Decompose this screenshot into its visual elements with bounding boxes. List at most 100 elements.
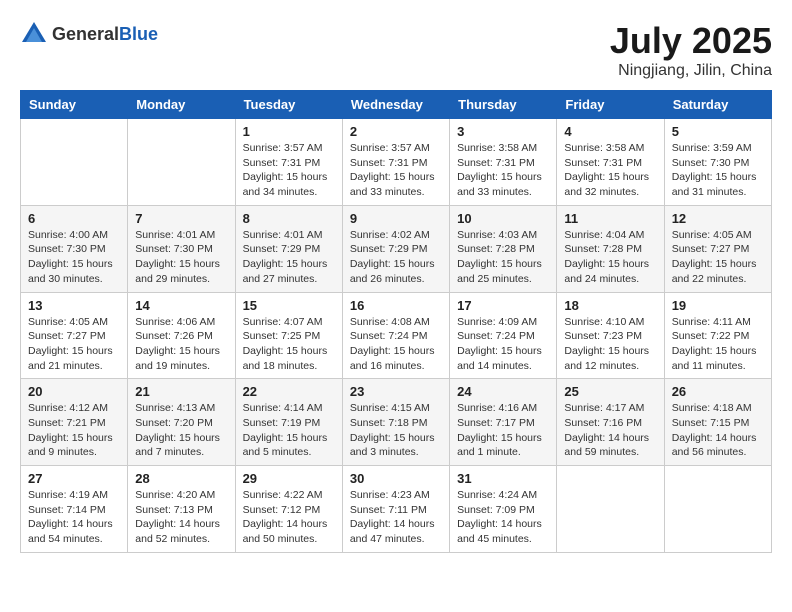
day-cell: 30 Sunrise: 4:23 AM Sunset: 7:11 PM Dayli… — [342, 466, 449, 553]
day-info: Sunrise: 4:08 AM Sunset: 7:24 PM Dayligh… — [350, 315, 442, 374]
day-number: 13 — [28, 298, 120, 313]
day-number: 11 — [564, 211, 656, 226]
day-info: Sunrise: 4:00 AM Sunset: 7:30 PM Dayligh… — [28, 228, 120, 287]
day-number: 21 — [135, 384, 227, 399]
day-cell: 7 Sunrise: 4:01 AM Sunset: 7:30 PM Daylig… — [128, 205, 235, 292]
day-info: Sunrise: 4:03 AM Sunset: 7:28 PM Dayligh… — [457, 228, 549, 287]
week-row-4: 20 Sunrise: 4:12 AM Sunset: 7:21 PM Dayli… — [21, 379, 772, 466]
day-info: Sunrise: 3:57 AM Sunset: 7:31 PM Dayligh… — [350, 141, 442, 200]
day-number: 22 — [243, 384, 335, 399]
logo-text-blue: Blue — [119, 24, 158, 44]
day-cell — [21, 119, 128, 206]
day-number: 25 — [564, 384, 656, 399]
day-number: 20 — [28, 384, 120, 399]
title-area: July 2025 Ningjiang, Jilin, China — [610, 20, 772, 80]
day-cell: 17Sunrise: 4:09 AM Sunset: 7:24 PM Dayli… — [450, 292, 557, 379]
day-cell: 29Sunrise: 4:22 AM Sunset: 7:12 PM Dayli… — [235, 466, 342, 553]
day-info: Sunrise: 3:57 AM Sunset: 7:31 PM Dayligh… — [243, 141, 335, 200]
header-thursday: Thursday — [450, 91, 557, 119]
day-number: 5 — [672, 124, 764, 139]
day-info: Sunrise: 4:19 AM Sunset: 7:14 PM Dayligh… — [28, 488, 120, 547]
day-number: 26 — [672, 384, 764, 399]
logo-text-general: General — [52, 24, 119, 44]
day-number: 24 — [457, 384, 549, 399]
day-number: 4 — [564, 124, 656, 139]
location-title: Ningjiang, Jilin, China — [610, 62, 772, 80]
day-number: 12 — [672, 211, 764, 226]
day-number: 27 — [28, 471, 120, 486]
month-title: July 2025 — [610, 20, 772, 62]
day-info: Sunrise: 4:01 AM Sunset: 7:30 PM Dayligh… — [135, 228, 227, 287]
day-cell: 6 Sunrise: 4:00 AM Sunset: 7:30 PM Daylig… — [21, 205, 128, 292]
day-number: 7 — [135, 211, 227, 226]
day-info: Sunrise: 4:01 AM Sunset: 7:29 PM Dayligh… — [243, 228, 335, 287]
day-number: 15 — [243, 298, 335, 313]
day-info: Sunrise: 4:06 AM Sunset: 7:26 PM Dayligh… — [135, 315, 227, 374]
day-cell: 8 Sunrise: 4:01 AM Sunset: 7:29 PM Daylig… — [235, 205, 342, 292]
day-cell — [128, 119, 235, 206]
day-cell: 21 Sunrise: 4:13 AM Sunset: 7:20 PM Dayli… — [128, 379, 235, 466]
day-cell — [664, 466, 771, 553]
day-cell: 23 Sunrise: 4:15 AM Sunset: 7:18 PM Dayli… — [342, 379, 449, 466]
day-number: 3 — [457, 124, 549, 139]
day-number: 31 — [457, 471, 549, 486]
day-number: 2 — [350, 124, 442, 139]
week-row-2: 6 Sunrise: 4:00 AM Sunset: 7:30 PM Daylig… — [21, 205, 772, 292]
day-info: Sunrise: 4:12 AM Sunset: 7:21 PM Dayligh… — [28, 401, 120, 460]
day-info: Sunrise: 4:24 AM Sunset: 7:09 PM Dayligh… — [457, 488, 549, 547]
day-info: Sunrise: 4:10 AM Sunset: 7:23 PM Dayligh… — [564, 315, 656, 374]
day-info: Sunrise: 4:20 AM Sunset: 7:13 PM Dayligh… — [135, 488, 227, 547]
day-cell: 22 Sunrise: 4:14 AM Sunset: 7:19 PM Dayli… — [235, 379, 342, 466]
day-number: 1 — [243, 124, 335, 139]
day-info: Sunrise: 4:23 AM Sunset: 7:11 PM Dayligh… — [350, 488, 442, 547]
header-friday: Friday — [557, 91, 664, 119]
day-cell: 26 Sunrise: 4:18 AM Sunset: 7:15 PM Dayli… — [664, 379, 771, 466]
day-cell: 3 Sunrise: 3:58 AM Sunset: 7:31 PM Daylig… — [450, 119, 557, 206]
day-cell: 9Sunrise: 4:02 AM Sunset: 7:29 PM Daylig… — [342, 205, 449, 292]
day-info: Sunrise: 4:13 AM Sunset: 7:20 PM Dayligh… — [135, 401, 227, 460]
day-cell: 15Sunrise: 4:07 AM Sunset: 7:25 PM Dayli… — [235, 292, 342, 379]
day-number: 16 — [350, 298, 442, 313]
day-cell: 25 Sunrise: 4:17 AM Sunset: 7:16 PM Dayli… — [557, 379, 664, 466]
day-number: 6 — [28, 211, 120, 226]
day-cell: 1 Sunrise: 3:57 AM Sunset: 7:31 PM Daylig… — [235, 119, 342, 206]
day-number: 17 — [457, 298, 549, 313]
day-info: Sunrise: 3:59 AM Sunset: 7:30 PM Dayligh… — [672, 141, 764, 200]
day-cell: 11Sunrise: 4:04 AM Sunset: 7:28 PM Dayli… — [557, 205, 664, 292]
day-cell: 14 Sunrise: 4:06 AM Sunset: 7:26 PM Dayli… — [128, 292, 235, 379]
logo-icon — [20, 20, 48, 48]
day-cell: 28 Sunrise: 4:20 AM Sunset: 7:13 PM Dayli… — [128, 466, 235, 553]
day-info: Sunrise: 4:05 AM Sunset: 7:27 PM Dayligh… — [672, 228, 764, 287]
day-cell: 27 Sunrise: 4:19 AM Sunset: 7:14 PM Dayli… — [21, 466, 128, 553]
day-number: 8 — [243, 211, 335, 226]
day-number: 23 — [350, 384, 442, 399]
day-cell: 4Sunrise: 3:58 AM Sunset: 7:31 PM Daylig… — [557, 119, 664, 206]
day-cell: 12 Sunrise: 4:05 AM Sunset: 7:27 PM Dayli… — [664, 205, 771, 292]
day-info: Sunrise: 3:58 AM Sunset: 7:31 PM Dayligh… — [457, 141, 549, 200]
header-monday: Monday — [128, 91, 235, 119]
day-number: 18 — [564, 298, 656, 313]
day-info: Sunrise: 4:22 AM Sunset: 7:12 PM Dayligh… — [243, 488, 335, 547]
day-info: Sunrise: 4:16 AM Sunset: 7:17 PM Dayligh… — [457, 401, 549, 460]
day-info: Sunrise: 4:11 AM Sunset: 7:22 PM Dayligh… — [672, 315, 764, 374]
day-info: Sunrise: 4:14 AM Sunset: 7:19 PM Dayligh… — [243, 401, 335, 460]
day-cell: 31 Sunrise: 4:24 AM Sunset: 7:09 PM Dayli… — [450, 466, 557, 553]
day-number: 14 — [135, 298, 227, 313]
week-row-3: 13 Sunrise: 4:05 AM Sunset: 7:27 PM Dayli… — [21, 292, 772, 379]
day-info: Sunrise: 4:15 AM Sunset: 7:18 PM Dayligh… — [350, 401, 442, 460]
day-cell: 24 Sunrise: 4:16 AM Sunset: 7:17 PM Dayli… — [450, 379, 557, 466]
day-cell: 10 Sunrise: 4:03 AM Sunset: 7:28 PM Dayli… — [450, 205, 557, 292]
day-cell: 19 Sunrise: 4:11 AM Sunset: 7:22 PM Dayli… — [664, 292, 771, 379]
day-number: 30 — [350, 471, 442, 486]
day-info: Sunrise: 4:05 AM Sunset: 7:27 PM Dayligh… — [28, 315, 120, 374]
day-info: Sunrise: 4:17 AM Sunset: 7:16 PM Dayligh… — [564, 401, 656, 460]
header-saturday: Saturday — [664, 91, 771, 119]
day-info: Sunrise: 4:18 AM Sunset: 7:15 PM Dayligh… — [672, 401, 764, 460]
day-cell: 2 Sunrise: 3:57 AM Sunset: 7:31 PM Daylig… — [342, 119, 449, 206]
week-row-5: 27 Sunrise: 4:19 AM Sunset: 7:14 PM Dayli… — [21, 466, 772, 553]
day-number: 10 — [457, 211, 549, 226]
header-sunday: Sunday — [21, 91, 128, 119]
day-number: 19 — [672, 298, 764, 313]
day-number: 28 — [135, 471, 227, 486]
day-cell: 16 Sunrise: 4:08 AM Sunset: 7:24 PM Dayli… — [342, 292, 449, 379]
